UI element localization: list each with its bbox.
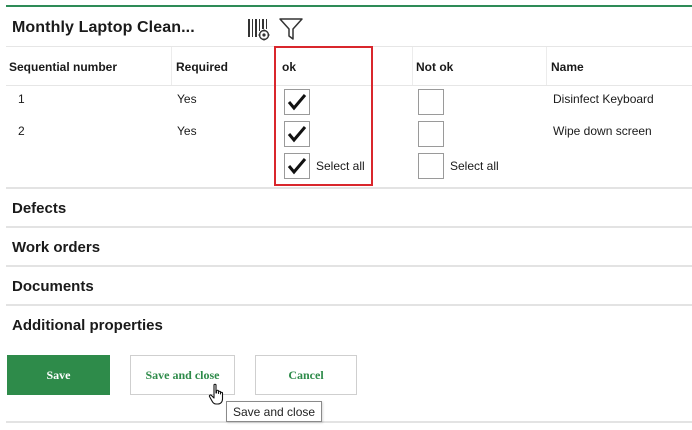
tooltip: Save and close [226, 401, 323, 422]
row-1-required: Yes [177, 92, 197, 106]
header-icons [246, 16, 304, 42]
col-header-required[interactable]: Required [176, 60, 228, 74]
col-separator [412, 47, 413, 85]
section-divider [6, 187, 692, 189]
col-separator [546, 47, 547, 85]
col-header-sequential-number[interactable]: Sequential number [9, 60, 117, 74]
select-all-not-ok-label[interactable]: Select all [450, 159, 499, 173]
select-all-not-ok-checkbox[interactable] [418, 153, 444, 179]
section-documents[interactable]: Documents [12, 278, 94, 295]
row-1-seq: 1 [18, 92, 25, 106]
col-separator [171, 47, 172, 85]
row-1-name: Disinfect Keyboard [553, 92, 654, 106]
page-header: Monthly Laptop Clean... [12, 16, 195, 40]
row-2-required: Yes [177, 124, 197, 138]
bottom-divider [6, 421, 692, 423]
row-2-seq: 2 [18, 124, 25, 138]
page-title: Monthly Laptop Clean... [12, 19, 195, 36]
row-2-not-ok-checkbox[interactable] [418, 121, 444, 147]
section-work-orders[interactable]: Work orders [12, 239, 100, 256]
top-accent-line [6, 5, 692, 7]
ok-column-highlight [274, 46, 373, 186]
section-divider [6, 265, 692, 267]
col-header-name[interactable]: Name [551, 60, 584, 74]
row-1-not-ok-checkbox[interactable] [418, 89, 444, 115]
cancel-button[interactable]: Cancel [255, 355, 357, 395]
section-divider [6, 304, 692, 306]
section-additional-properties[interactable]: Additional properties [12, 317, 163, 334]
hand-cursor-icon [208, 383, 228, 412]
section-divider [6, 226, 692, 228]
filter-icon[interactable] [278, 16, 304, 42]
section-defects[interactable]: Defects [12, 200, 66, 217]
barcode-settings-icon[interactable] [246, 16, 272, 42]
save-button[interactable]: Save [7, 355, 110, 395]
col-header-not-ok[interactable]: Not ok [416, 60, 453, 74]
row-2-name: Wipe down screen [553, 124, 652, 138]
